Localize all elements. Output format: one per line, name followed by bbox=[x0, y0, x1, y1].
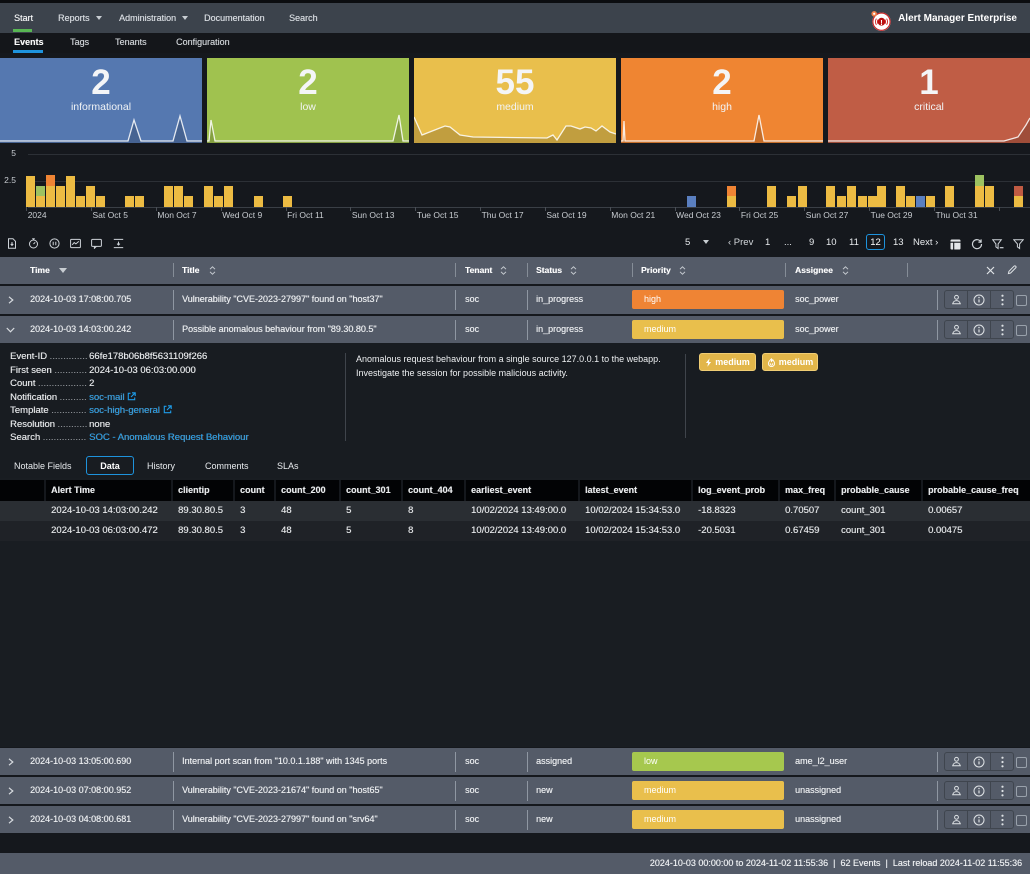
svg-text:!: ! bbox=[880, 18, 883, 27]
